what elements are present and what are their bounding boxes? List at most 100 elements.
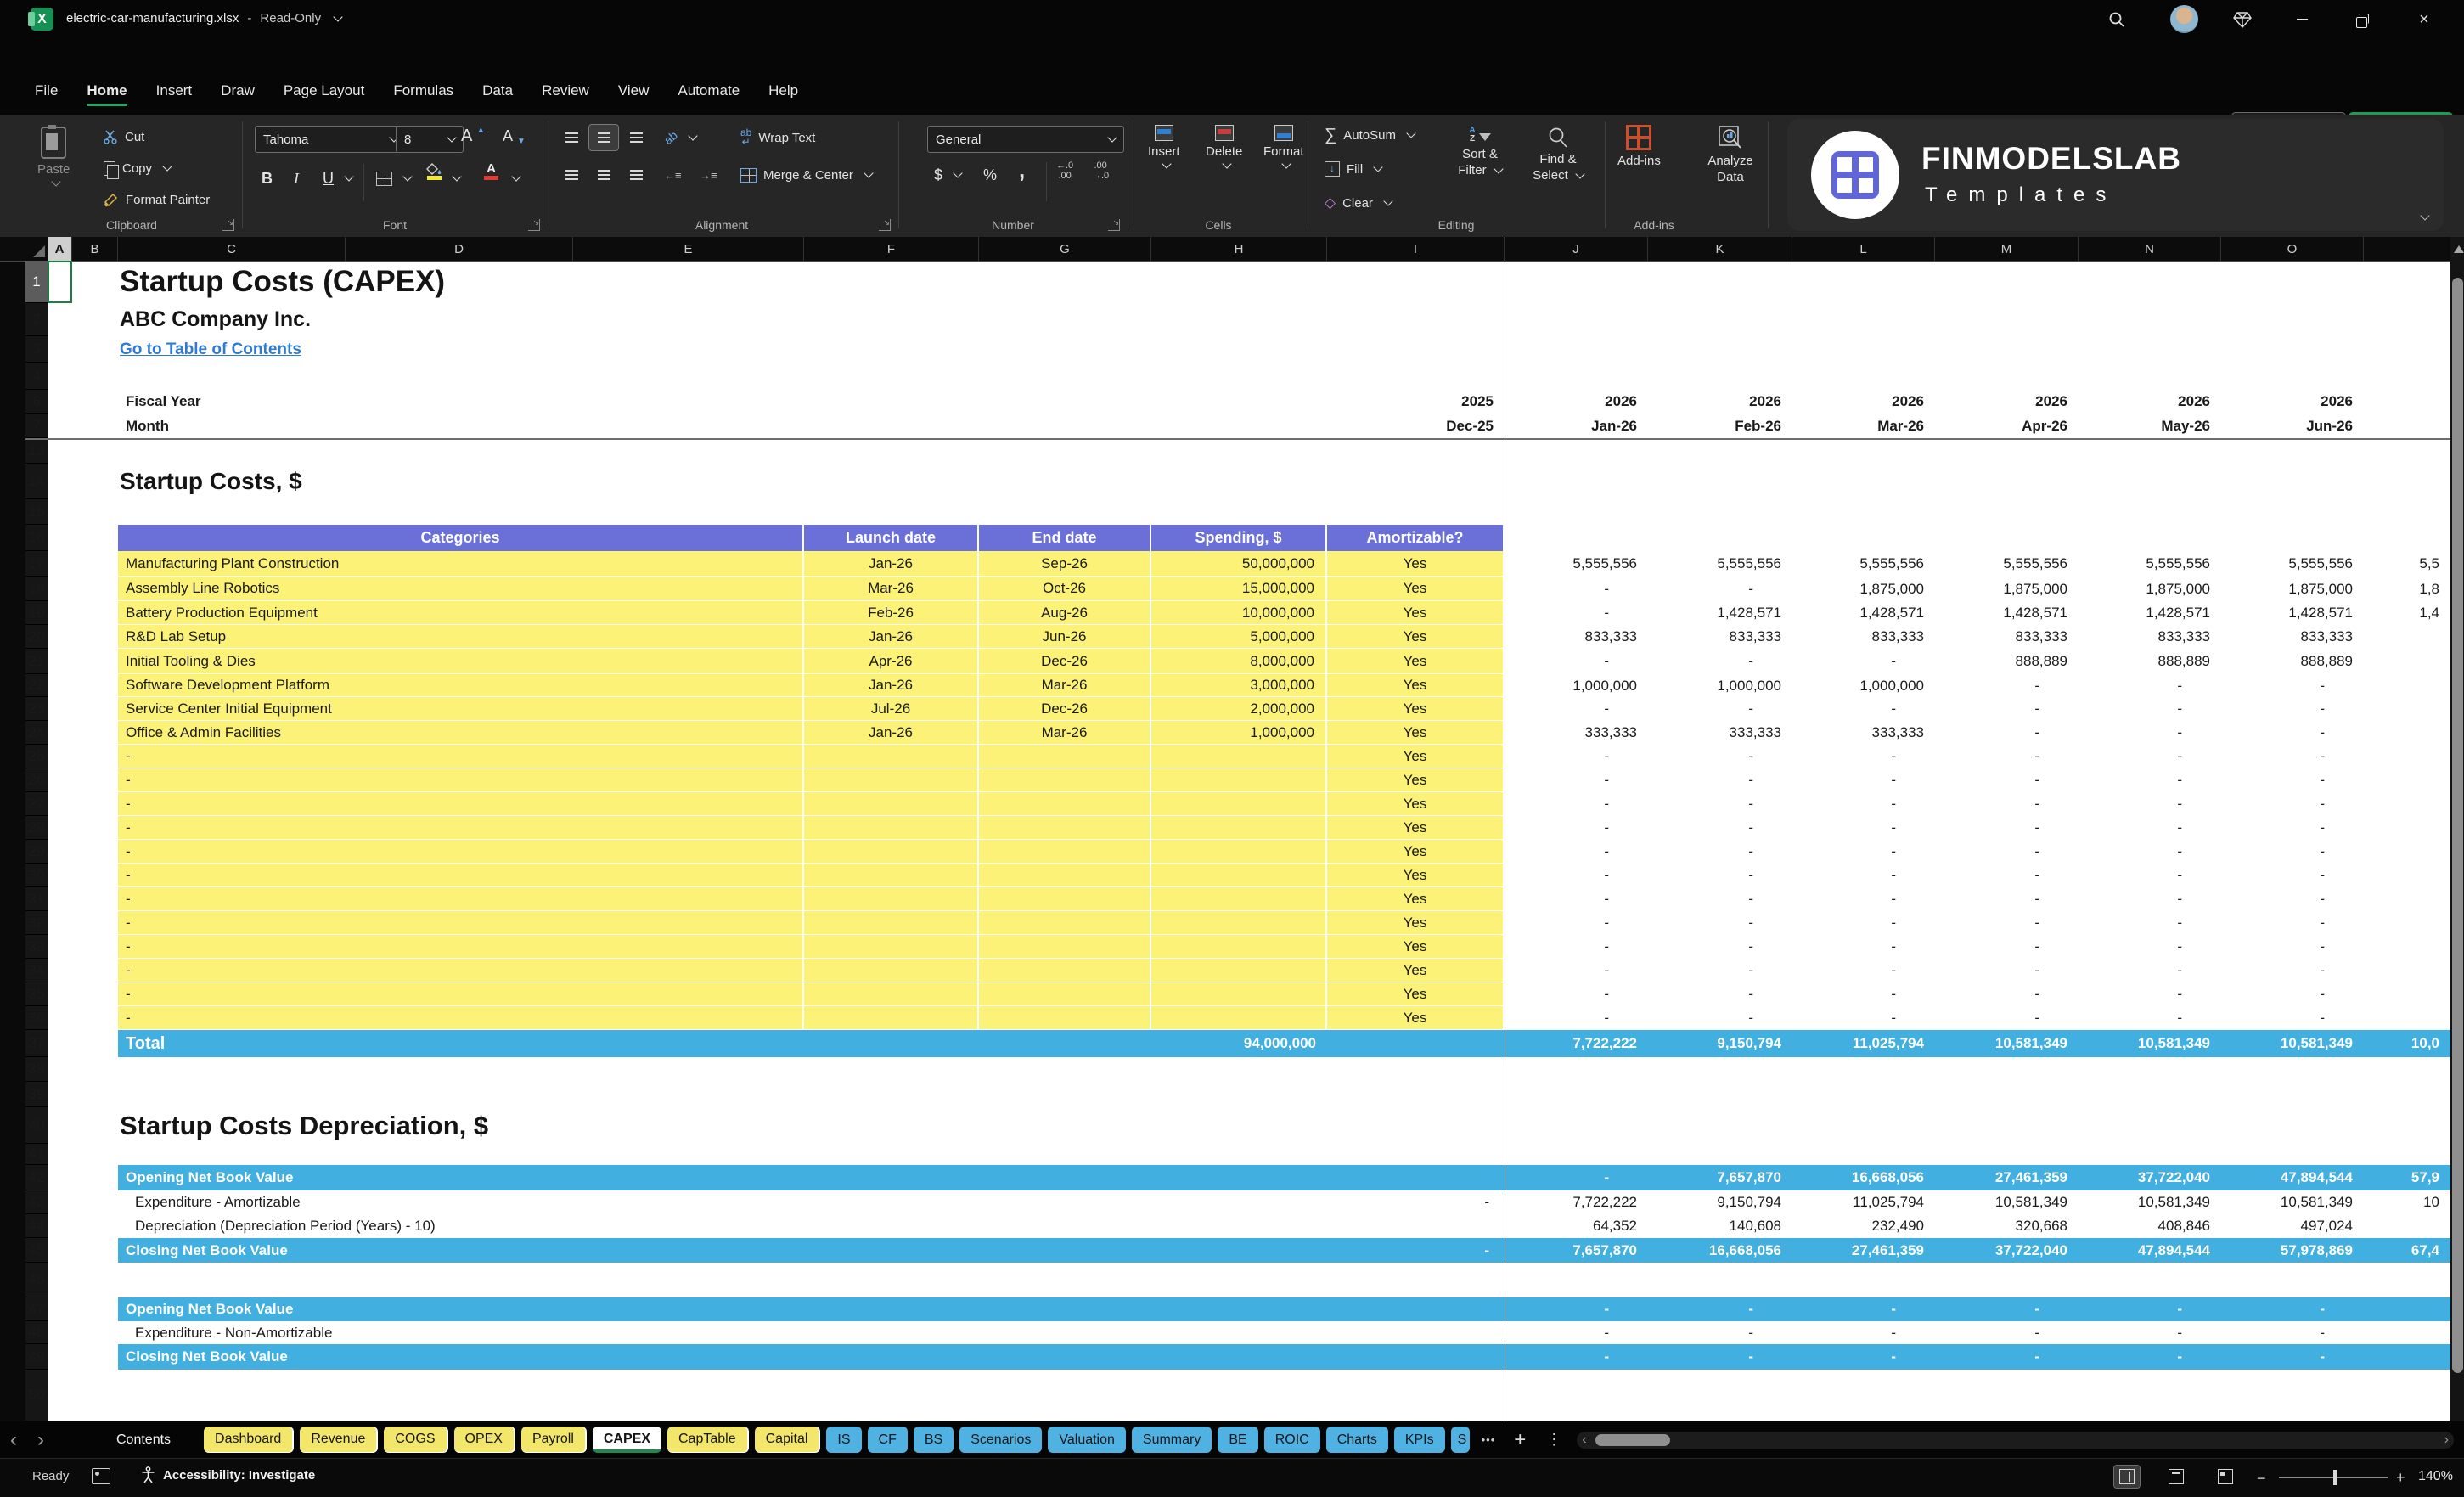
menu-tab-draw[interactable]: Draw — [206, 76, 269, 111]
launch-date-cell[interactable]: Jan-26 — [804, 721, 979, 745]
amortizable-cell[interactable]: Yes — [1327, 864, 1505, 887]
menu-tab-page-layout[interactable]: Page Layout — [269, 76, 379, 111]
align-bottom-button[interactable] — [622, 125, 650, 150]
month-value-cell[interactable]: 10,581,349 — [1935, 1030, 2079, 1057]
spending-cell[interactable]: 3,000,000 — [1151, 674, 1327, 697]
amortizable-cell[interactable]: Yes — [1327, 721, 1505, 745]
scroll-left-arrow-icon[interactable]: ‹ — [1582, 1432, 1586, 1449]
row-header[interactable]: 40 — [25, 1107, 48, 1144]
month-value-cell[interactable]: - — [1792, 887, 1935, 911]
row-header[interactable]: 46 — [25, 1263, 48, 1297]
row-header[interactable]: 2 — [25, 303, 48, 336]
doc-title-cell[interactable]: Startup Costs (CAPEX) — [118, 261, 1327, 303]
month-value-cell[interactable]: - — [1792, 792, 1935, 816]
month-value-cell[interactable]: - — [1505, 601, 1648, 625]
menu-tab-help[interactable]: Help — [754, 76, 813, 111]
table-header-spending[interactable]: Spending, $ — [1151, 525, 1327, 551]
launch-date-cell[interactable] — [804, 911, 979, 935]
month-value-cell[interactable]: 47,894,544 — [2079, 1238, 2221, 1263]
month-value-cell[interactable]: - — [1505, 1297, 1648, 1321]
amortizable-cell[interactable]: Yes — [1327, 601, 1505, 625]
clipped-value-cell[interactable]: 5,5 — [2364, 551, 2450, 577]
amortizable-cell[interactable]: Yes — [1327, 674, 1505, 697]
row-header[interactable]: 4 — [25, 363, 48, 390]
page-layout-view-button[interactable] — [2163, 1466, 2189, 1488]
row-header[interactable]: 1 — [25, 261, 48, 303]
sheet-tab-revenue[interactable]: Revenue — [300, 1427, 379, 1453]
row-header[interactable]: 35 — [25, 982, 48, 1006]
month-value-cell[interactable]: - — [1935, 1297, 2079, 1321]
row-header[interactable]: 47 — [25, 1297, 48, 1321]
insert-cells-button[interactable]: Insert — [1148, 125, 1180, 169]
table-header-launch-date[interactable]: Launch date — [804, 525, 979, 551]
sheet-options-kebab-icon[interactable]: ⋮ — [1536, 1431, 1572, 1449]
spending-cell[interactable] — [1151, 745, 1327, 768]
month-value-cell[interactable]: - — [2221, 792, 2364, 816]
launch-date-cell[interactable]: Jan-26 — [804, 551, 979, 577]
sheet-tab-charts[interactable]: Charts — [1325, 1427, 1388, 1453]
amortizable-cell[interactable]: Yes — [1327, 768, 1505, 792]
table-header-categories[interactable]: Categories — [118, 525, 804, 551]
zoom-out-button[interactable]: − — [2257, 1470, 2266, 1488]
month-value-cell[interactable]: 47,894,544 — [2221, 1165, 2364, 1190]
category-cell[interactable]: Assembly Line Robotics — [118, 577, 804, 601]
category-cell[interactable]: Manufacturing Plant Construction — [118, 551, 804, 577]
month-value-cell[interactable]: - — [2221, 1006, 2364, 1030]
sheet-tab-is[interactable]: IS — [826, 1427, 862, 1453]
month-value-cell[interactable]: 5,555,556 — [1648, 551, 1792, 577]
column-header-O[interactable]: O — [2221, 237, 2364, 261]
launch-date-cell[interactable] — [804, 1006, 979, 1030]
minimize-button[interactable] — [2291, 8, 2313, 31]
increase-decimal-button[interactable]: .00 →.0 — [1092, 160, 1109, 183]
nbv-label-cell[interactable]: Closing Net Book Value — [118, 1238, 1327, 1263]
month-value-cell[interactable]: - — [2221, 887, 2364, 911]
sheet-tab-opex[interactable]: OPEX — [453, 1427, 515, 1453]
end-date-cell[interactable] — [979, 816, 1151, 840]
month-value-cell[interactable]: 888,889 — [2079, 649, 2221, 674]
row-header[interactable]: 33 — [25, 935, 48, 959]
month-value-cell[interactable]: - — [1648, 982, 1792, 1006]
month-value-cell[interactable]: - — [2079, 745, 2221, 768]
month-value-cell[interactable]: - — [1505, 792, 1648, 816]
end-date-cell[interactable] — [979, 959, 1151, 982]
column-header-G[interactable]: G — [979, 237, 1151, 261]
launch-date-cell[interactable]: Mar-26 — [804, 577, 979, 601]
menu-tab-insert[interactable]: Insert — [142, 76, 207, 111]
month-value-cell[interactable]: - — [1792, 935, 1935, 959]
amortizable-cell[interactable]: Yes — [1327, 816, 1505, 840]
month-value-cell[interactable]: 5,555,556 — [1935, 551, 2079, 577]
autosum-button[interactable]: ∑ AutoSum — [1325, 124, 1416, 146]
analyze-data-button[interactable]: Analyze Data — [1698, 125, 1763, 186]
month-value-cell[interactable]: 16,668,056 — [1792, 1165, 1935, 1190]
month-value-cell[interactable]: - — [1648, 816, 1792, 840]
launch-date-cell[interactable] — [804, 935, 979, 959]
month-value-cell[interactable]: 497,024 — [2221, 1214, 2364, 1238]
amortizable-cell[interactable]: Yes — [1327, 577, 1505, 601]
month-value-cell[interactable]: 27,461,359 — [1935, 1165, 2079, 1190]
month-value-cell[interactable]: - — [2221, 816, 2364, 840]
company-name-cell[interactable]: ABC Company Inc. — [118, 303, 1327, 336]
month-value-cell[interactable]: - — [1935, 864, 2079, 887]
month-value-cell[interactable]: - — [1505, 745, 1648, 768]
row-header[interactable]: 39 — [25, 1082, 48, 1107]
month-value-cell[interactable]: 888,889 — [2221, 649, 2364, 674]
fiscal-year-cell[interactable]: 2026 — [1935, 390, 2079, 414]
sheet-tab-capital[interactable]: Capital — [754, 1427, 821, 1453]
column-header-I[interactable]: I — [1327, 237, 1505, 261]
line-item-label-cell[interactable]: Expenditure - Amortizable — [118, 1190, 1327, 1214]
row-header[interactable]: 29 — [25, 840, 48, 864]
month-cell[interactable]: Feb-26 — [1648, 414, 1792, 438]
clipped-value-cell[interactable]: 57,9 — [2364, 1165, 2450, 1190]
month-value-cell[interactable]: - — [2079, 959, 2221, 982]
month-value-cell[interactable]: 1,428,571 — [2079, 601, 2221, 625]
launch-date-cell[interactable]: Jan-26 — [804, 674, 979, 697]
menu-tab-data[interactable]: Data — [468, 76, 527, 111]
spending-cell[interactable] — [1151, 816, 1327, 840]
month-value-cell[interactable]: - — [1505, 840, 1648, 864]
row-header[interactable]: 21 — [25, 649, 48, 674]
spending-cell[interactable] — [1151, 792, 1327, 816]
spending-cell[interactable]: 5,000,000 — [1151, 625, 1327, 649]
fiscal-year-cell[interactable]: 2026 — [1505, 390, 1648, 414]
month-value-cell[interactable]: - — [2221, 982, 2364, 1006]
row-header[interactable]: 17 — [25, 551, 48, 577]
